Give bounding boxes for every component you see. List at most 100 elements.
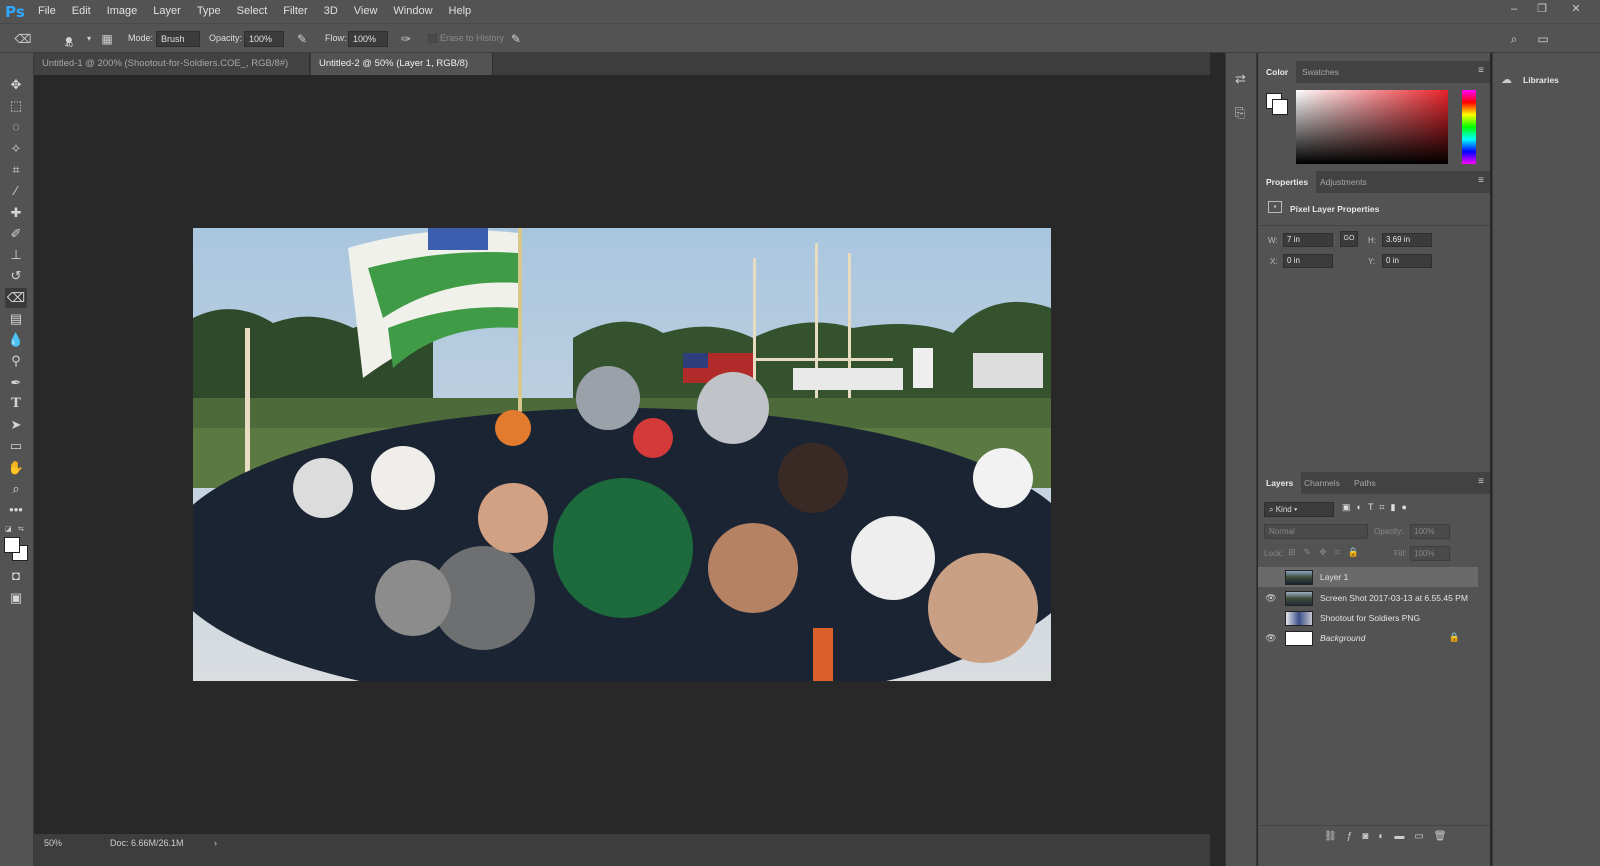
tab-properties[interactable]: Properties bbox=[1258, 171, 1317, 193]
move-tool-icon[interactable]: ✥ bbox=[5, 75, 27, 95]
visibility-toggle[interactable] bbox=[1265, 612, 1277, 624]
eye-icon[interactable]: 👁 bbox=[1265, 632, 1277, 644]
menu-layer[interactable]: Layer bbox=[145, 0, 189, 23]
hue-slider[interactable] bbox=[1462, 90, 1476, 164]
blend-mode-select[interactable]: Normal bbox=[1264, 524, 1368, 539]
restore-icon[interactable]: ❐ bbox=[1528, 0, 1556, 18]
quick-mask-icon[interactable]: ◘ bbox=[5, 566, 27, 586]
layer-row-layer-1[interactable]: Layer 1 bbox=[1258, 567, 1478, 587]
document-size[interactable]: Doc: 6.66M/26.1M bbox=[110, 838, 184, 848]
tab-untitled-1[interactable]: Untitled-1 @ 200% (Shootout-for-Soldiers… bbox=[34, 53, 310, 91]
brush-tool-icon[interactable]: ✐ bbox=[5, 224, 27, 244]
gradient-tool-icon[interactable]: ▤ bbox=[5, 309, 27, 329]
zoom-tool-icon[interactable]: ⌕ bbox=[5, 479, 27, 499]
flow-input[interactable]: 100% bbox=[348, 31, 388, 47]
blur-tool-icon[interactable]: 💧 bbox=[5, 330, 27, 350]
y-input[interactable]: 0 in bbox=[1382, 254, 1432, 268]
quick-select-tool-icon[interactable]: ✧ bbox=[5, 139, 27, 159]
layer-row-screen-shot[interactable]: 👁 Screen Shot 2017-03-13 at 6.55.45 PM bbox=[1258, 588, 1478, 608]
workspace-icon[interactable]: ▭ bbox=[1534, 30, 1552, 48]
tab-untitled-2[interactable]: Untitled-2 @ 50% (Layer 1, RGB/8) *× bbox=[311, 53, 493, 91]
status-arrow-icon[interactable]: › bbox=[214, 838, 217, 848]
minimize-icon[interactable]: – bbox=[1500, 0, 1528, 18]
type-tool-icon[interactable]: T bbox=[5, 394, 27, 414]
history-panel-icon[interactable]: ⇄ bbox=[1235, 71, 1246, 87]
tab-swatches[interactable]: Swatches bbox=[1294, 61, 1347, 83]
divider bbox=[1258, 225, 1490, 226]
lock-icons[interactable]: ⊞✎✥⌗🔒 bbox=[1288, 547, 1367, 558]
right-panels: Color Swatches ≡ Properties Adjustments … bbox=[1258, 53, 1490, 866]
pressure-size-icon[interactable]: ✎ bbox=[507, 30, 525, 48]
airbrush-icon[interactable]: ✑ bbox=[397, 30, 415, 48]
close-window-icon[interactable]: ✕ bbox=[1562, 0, 1590, 18]
search-icon[interactable]: ⌕ bbox=[1505, 30, 1523, 48]
swap-colors-icon[interactable]: ⇆ bbox=[18, 525, 26, 533]
layer-filter-select[interactable]: ⌕ Kind ▾ bbox=[1264, 502, 1334, 517]
screen-mode-icon[interactable]: ▣ bbox=[5, 588, 27, 608]
panel-menu-icon[interactable]: ≡ bbox=[1478, 175, 1484, 186]
eraser-tool-icon[interactable]: ⌫ bbox=[5, 288, 27, 308]
libraries-icon[interactable]: ☁ bbox=[1501, 73, 1512, 86]
tab-channels[interactable]: Channels bbox=[1296, 472, 1348, 494]
history-brush-tool-icon[interactable]: ↺ bbox=[5, 266, 27, 286]
x-input[interactable]: 0 in bbox=[1283, 254, 1333, 268]
pressure-opacity-icon[interactable]: ✎ bbox=[293, 30, 311, 48]
menu-file[interactable]: File bbox=[30, 0, 64, 23]
background-color-chip[interactable] bbox=[1272, 99, 1288, 115]
visibility-toggle[interactable] bbox=[1265, 571, 1277, 583]
layer-filter-icons[interactable]: ▣◐T⌗▮● bbox=[1342, 502, 1413, 513]
zoom-level[interactable]: 50% bbox=[44, 838, 62, 848]
libraries-label[interactable]: Libraries bbox=[1523, 75, 1559, 85]
healing-brush-tool-icon[interactable]: ✚ bbox=[5, 203, 27, 223]
menu-type[interactable]: Type bbox=[189, 0, 229, 23]
rectangle-tool-icon[interactable]: ▭ bbox=[5, 436, 27, 456]
marquee-tool-icon[interactable]: ⬚ bbox=[5, 96, 27, 116]
erase-to-history-label: Erase to History bbox=[440, 33, 505, 43]
brush-panel-icon[interactable]: ▦ bbox=[98, 30, 116, 48]
width-input[interactable]: 7 in bbox=[1283, 233, 1333, 247]
opacity-input[interactable]: 100% bbox=[244, 31, 284, 47]
canvas-area[interactable] bbox=[34, 75, 1210, 834]
erase-to-history-checkbox[interactable] bbox=[428, 34, 437, 43]
mode-select[interactable]: Brush bbox=[156, 31, 200, 47]
height-input[interactable]: 3.69 in bbox=[1382, 233, 1432, 247]
layer-opacity-input[interactable]: 100% bbox=[1410, 524, 1450, 539]
menu-edit[interactable]: Edit bbox=[64, 0, 99, 23]
clone-stamp-tool-icon[interactable]: ⊥ bbox=[5, 245, 27, 265]
tab-paths[interactable]: Paths bbox=[1346, 472, 1384, 494]
panel-menu-icon[interactable]: ≡ bbox=[1478, 65, 1484, 76]
brush-settings-icon[interactable]: ⎘ bbox=[1235, 105, 1245, 121]
lasso-tool-icon[interactable]: ◌ bbox=[5, 117, 27, 137]
fill-input[interactable]: 100% bbox=[1410, 546, 1450, 561]
layer-row-shootout-png[interactable]: Shootout for Soldiers PNG bbox=[1258, 608, 1478, 628]
chevron-down-icon[interactable]: ▾ bbox=[80, 30, 98, 48]
link-dimensions-button[interactable]: GO bbox=[1340, 231, 1358, 247]
eyedropper-tool-icon[interactable]: ⁄ bbox=[5, 181, 27, 201]
tab-color[interactable]: Color bbox=[1258, 61, 1297, 83]
hand-tool-icon[interactable]: ✋ bbox=[5, 458, 27, 478]
menu-image[interactable]: Image bbox=[99, 0, 146, 23]
menu-filter[interactable]: Filter bbox=[275, 0, 315, 23]
default-colors-icon[interactable]: ◪ bbox=[5, 525, 13, 533]
pen-tool-icon[interactable]: ✒ bbox=[5, 373, 27, 393]
foreground-color-swatch[interactable] bbox=[4, 537, 20, 553]
tab-layers[interactable]: Layers bbox=[1258, 472, 1302, 494]
crop-tool-icon[interactable]: ⌗ bbox=[5, 160, 27, 180]
more-tools-icon[interactable]: ••• bbox=[5, 500, 27, 520]
eye-icon[interactable]: 👁 bbox=[1265, 592, 1277, 604]
menu-help[interactable]: Help bbox=[441, 0, 480, 23]
tab-adjustments[interactable]: Adjustments bbox=[1312, 171, 1375, 193]
menu-view[interactable]: View bbox=[346, 0, 386, 23]
dodge-tool-icon[interactable]: ⚲ bbox=[5, 351, 27, 371]
panel-menu-icon[interactable]: ≡ bbox=[1478, 476, 1484, 487]
eraser-tool-icon[interactable]: ⌫ bbox=[14, 30, 32, 48]
photo-graphic bbox=[193, 228, 1051, 681]
menu-window[interactable]: Window bbox=[385, 0, 440, 23]
menu-select[interactable]: Select bbox=[229, 0, 276, 23]
layer-row-background[interactable]: 👁 Background 🔒 bbox=[1258, 628, 1478, 648]
color-field[interactable] bbox=[1296, 90, 1448, 164]
menu-3d[interactable]: 3D bbox=[316, 0, 346, 23]
path-selection-tool-icon[interactable]: ➤ bbox=[5, 415, 27, 435]
document-image[interactable] bbox=[193, 228, 1051, 681]
layer-actions-icons[interactable]: ⛓ƒ◙◐▬▭🗑 bbox=[1324, 831, 1456, 842]
